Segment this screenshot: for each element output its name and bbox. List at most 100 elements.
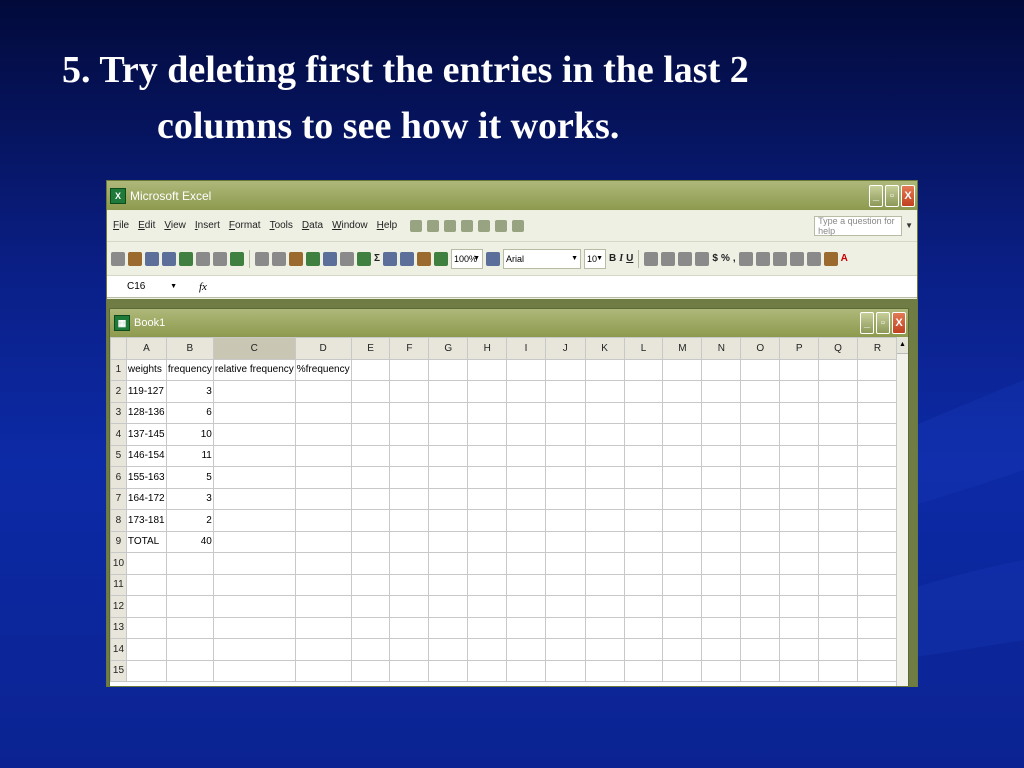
fill-color-icon[interactable] <box>823 251 838 266</box>
cell-l12[interactable] <box>623 595 664 618</box>
menu-edit[interactable]: Edit <box>138 220 155 231</box>
copy-icon[interactable] <box>272 251 286 266</box>
cell-q8[interactable] <box>818 509 859 532</box>
cell-h7[interactable] <box>467 487 508 510</box>
cell-r12[interactable] <box>857 595 898 618</box>
cell-j1[interactable] <box>544 358 586 381</box>
workbook-icon[interactable]: ▦ <box>114 315 130 331</box>
cell-e5[interactable] <box>350 444 391 467</box>
function-icon[interactable]: fx <box>199 281 207 293</box>
cell-q10[interactable] <box>818 552 859 575</box>
row-header[interactable]: 5 <box>110 444 127 467</box>
column-header-i[interactable]: I <box>506 337 546 360</box>
cell-q2[interactable] <box>818 380 859 403</box>
cell-p6[interactable] <box>779 466 820 489</box>
cell-j13[interactable] <box>544 616 586 639</box>
cell-i14[interactable] <box>506 638 546 661</box>
cell-h15[interactable] <box>467 659 508 682</box>
cell-c2[interactable] <box>212 380 296 403</box>
cell-n10[interactable] <box>701 552 742 575</box>
cell-p10[interactable] <box>779 552 820 575</box>
cell-j4[interactable] <box>544 423 586 446</box>
help-icon[interactable] <box>486 251 501 266</box>
sort-descending-icon[interactable] <box>400 251 415 266</box>
cell-e6[interactable] <box>350 466 391 489</box>
cell-o3[interactable] <box>740 401 781 424</box>
cell-d14[interactable] <box>294 638 352 661</box>
column-header-g[interactable]: G <box>428 337 469 360</box>
cell-f2[interactable] <box>389 380 430 403</box>
row-header[interactable]: 3 <box>110 401 127 424</box>
cell-q15[interactable] <box>818 659 859 682</box>
cell-g15[interactable] <box>428 659 469 682</box>
cell-b4[interactable]: 10 <box>165 423 214 446</box>
help-search-input[interactable]: Type a question for help <box>814 215 903 236</box>
form-icon[interactable] <box>478 219 491 232</box>
cell-a12[interactable] <box>125 595 167 618</box>
cell-n7[interactable] <box>701 487 742 510</box>
cell-n13[interactable] <box>701 616 742 639</box>
cell-o7[interactable] <box>740 487 781 510</box>
cell-g12[interactable] <box>428 595 469 618</box>
open-folder-icon[interactable] <box>128 251 142 266</box>
paste-icon[interactable] <box>289 251 303 266</box>
cell-e8[interactable] <box>350 509 391 532</box>
cell-a6[interactable]: 155-163 <box>125 466 167 489</box>
align-left-icon[interactable] <box>644 251 659 266</box>
cell-d3[interactable] <box>294 401 352 424</box>
workbook-restore-button[interactable]: ▫ <box>876 312 890 334</box>
cell-m3[interactable] <box>662 401 703 424</box>
decrease-indent-icon[interactable] <box>772 251 787 266</box>
row-header[interactable]: 9 <box>110 530 127 553</box>
cell-q6[interactable] <box>818 466 859 489</box>
cell-f10[interactable] <box>389 552 430 575</box>
cell-n14[interactable] <box>701 638 742 661</box>
row-header[interactable]: 1 <box>110 358 127 381</box>
cell-o1[interactable] <box>740 358 781 381</box>
row-header[interactable]: 15 <box>110 659 127 682</box>
cell-j12[interactable] <box>544 595 586 618</box>
cut-icon[interactable] <box>255 251 269 266</box>
cell-b12[interactable] <box>165 595 214 618</box>
cell-e15[interactable] <box>350 659 391 682</box>
column-header-e[interactable]: E <box>350 337 391 360</box>
chevron-down-icon[interactable]: ▼ <box>905 221 913 230</box>
align-right-icon[interactable] <box>678 251 693 266</box>
cell-l2[interactable] <box>623 380 664 403</box>
cell-o9[interactable] <box>740 530 781 553</box>
cell-j7[interactable] <box>544 487 586 510</box>
cell-h9[interactable] <box>467 530 508 553</box>
cell-c13[interactable] <box>212 616 296 639</box>
borders-icon[interactable] <box>806 251 821 266</box>
cell-p7[interactable] <box>779 487 820 510</box>
form-icon[interactable] <box>427 219 440 232</box>
cell-b15[interactable] <box>165 659 214 682</box>
cell-n1[interactable] <box>701 358 742 381</box>
cell-r5[interactable] <box>857 444 898 467</box>
column-header-n[interactable]: N <box>701 337 742 360</box>
cell-p3[interactable] <box>779 401 820 424</box>
cell-m15[interactable] <box>662 659 703 682</box>
cell-f13[interactable] <box>389 616 430 639</box>
cell-m11[interactable] <box>662 573 703 596</box>
cell-l3[interactable] <box>623 401 664 424</box>
cell-b11[interactable] <box>165 573 214 596</box>
form-icon[interactable] <box>410 219 423 232</box>
row-header[interactable]: 4 <box>110 423 127 446</box>
cell-r8[interactable] <box>857 509 898 532</box>
cell-o6[interactable] <box>740 466 781 489</box>
cell-i8[interactable] <box>506 509 546 532</box>
cell-g8[interactable] <box>428 509 469 532</box>
cell-q5[interactable] <box>818 444 859 467</box>
cell-c5[interactable] <box>212 444 296 467</box>
cell-h11[interactable] <box>467 573 508 596</box>
cell-p2[interactable] <box>779 380 820 403</box>
cell-k8[interactable] <box>584 509 625 532</box>
cell-o2[interactable] <box>740 380 781 403</box>
bold-button[interactable]: B <box>609 253 616 264</box>
cell-b7[interactable]: 3 <box>165 487 214 510</box>
cell-q1[interactable] <box>818 358 859 381</box>
cell-c6[interactable] <box>212 466 296 489</box>
cell-i11[interactable] <box>506 573 546 596</box>
percent-button[interactable]: % <box>721 253 730 264</box>
